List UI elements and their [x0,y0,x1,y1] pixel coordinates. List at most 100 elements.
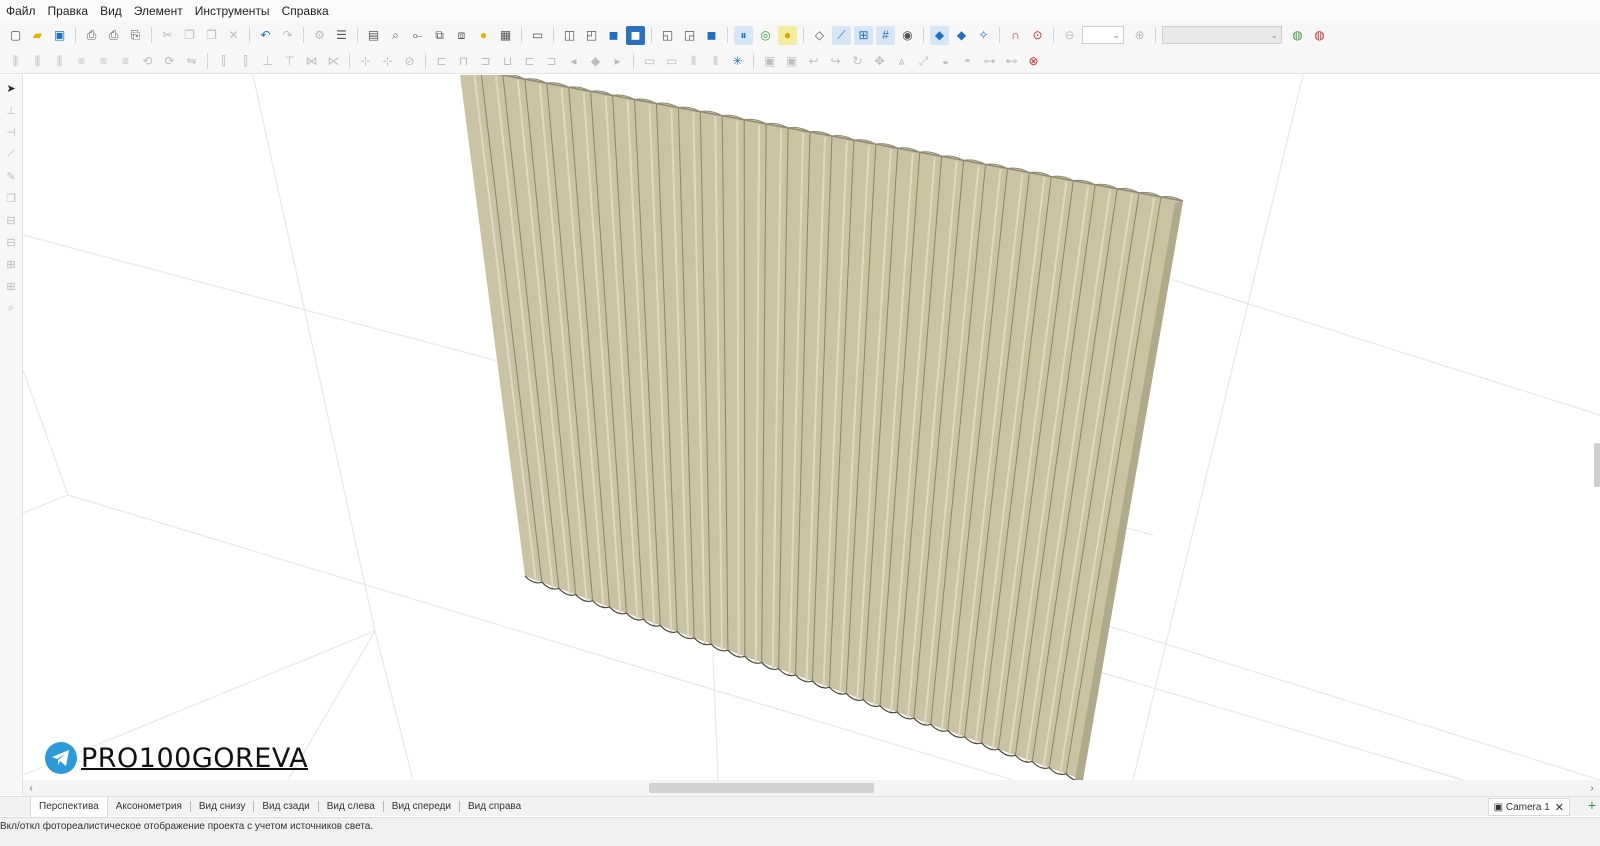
shaded-box-icon[interactable]: ◼ [604,26,623,45]
align-right-icon[interactable]: ⫼ [50,51,69,70]
align-left-icon[interactable]: ⫼ [6,51,25,70]
scroll-right-icon[interactable]: › [1584,783,1600,794]
tab-bottom-view[interactable]: Вид снизу [191,797,253,817]
vertical-scroll-thumb[interactable] [1594,443,1600,487]
page-icon[interactable]: ▤ [364,26,383,45]
perspective-icon[interactable]: ⩓ [892,51,911,70]
columns-icon[interactable]: ⫴ [684,51,703,70]
snap-grid-icon[interactable]: ⊞ [854,26,873,45]
rotate-cw-icon[interactable]: ⟳ [160,51,179,70]
undo-icon[interactable]: ↶ [256,26,275,45]
link-icon[interactable]: ⊶ [980,51,999,70]
stop-icon[interactable]: ⊗ [1024,51,1043,70]
center-h-icon[interactable]: ⊹ [356,51,375,70]
box-alt-icon[interactable]: ▣ [782,51,801,70]
find-icon[interactable]: ⌕ [386,26,405,45]
bend-alt-icon[interactable]: ◓ [958,51,977,70]
print-preview-icon[interactable]: ⎙ [82,26,101,45]
connect-icon[interactable]: ⟜ [408,26,427,45]
move-left-icon[interactable]: ⊏ [432,51,451,70]
calculator-icon[interactable]: ▭ [528,26,547,45]
back-icon[interactable]: ↩ [804,51,823,70]
align-bottom-icon[interactable]: ≡ [116,51,135,70]
record-icon[interactable]: ⊙ [1028,26,1047,45]
bend-icon[interactable]: ◒ [936,51,955,70]
zoom-out-icon[interactable]: ⊖ [1060,26,1079,45]
split-icon[interactable]: ⋉ [324,51,343,70]
grid-icon[interactable]: # [876,26,895,45]
frame-split-icon[interactable]: ▭ [662,51,681,70]
unlink-icon[interactable]: ⊷ [1002,51,1021,70]
zoom-combo[interactable]: ⌄ [1082,26,1124,44]
arrow-right-icon[interactable]: ▸ [608,51,627,70]
array-alt-icon[interactable]: ⊞ [2,277,20,295]
layer-combo[interactable]: ⌄ [1162,26,1282,44]
menu-edit[interactable]: Правка [42,0,95,22]
scroll-left-icon[interactable]: ‹ [23,783,39,794]
snap-point-icon[interactable]: ◆ [930,26,949,45]
stretch-alt-icon[interactable]: ⊟ [2,233,20,251]
menu-view[interactable]: Вид [94,0,128,22]
expand-icon[interactable]: ⤢ [914,51,933,70]
tab-right-view[interactable]: Вид справа [460,797,529,817]
arrow-both-icon[interactable]: ◆ [586,51,605,70]
move-icon[interactable]: ✥ [870,51,889,70]
scroll-thumb[interactable] [649,783,874,793]
delete-icon[interactable]: ✕ [224,26,243,45]
zoom-in-icon[interactable]: ⊕ [1130,26,1149,45]
layer-remove-icon[interactable]: ◍ [1310,26,1329,45]
view-box-icon[interactable]: ◰ [582,26,601,45]
print-icon[interactable]: ⎙ [104,26,123,45]
distribute-h-icon[interactable]: ⫿ [214,51,233,70]
mirror-icon[interactable]: ⇋ [182,51,201,70]
tab-front-view[interactable]: Вид спереди [384,797,459,817]
menu-file[interactable]: Файл [0,0,42,22]
copy-tool-icon[interactable]: ❐ [2,189,20,207]
rotate-icon[interactable]: ⟲ [138,51,157,70]
visibility-icon[interactable]: ◉ [898,26,917,45]
refresh-icon[interactable]: ↻ [848,51,867,70]
tab-back-view[interactable]: Вид сзади [254,797,317,817]
array-icon[interactable]: ⊞ [2,255,20,273]
group-icon[interactable]: ⧉ [430,26,449,45]
open-folder-icon[interactable]: ▰ [28,26,47,45]
print-setup-icon[interactable]: ⎘ [126,26,145,45]
zoom-tool-icon[interactable]: ⌕ [2,299,20,317]
close-icon[interactable]: ✕ [1555,801,1564,814]
menu-tools[interactable]: Инструменты [189,0,276,22]
align-middle-icon[interactable]: ≡ [94,51,113,70]
align-top-icon[interactable]: ≡ [72,51,91,70]
texture-icon[interactable]: ▦ [496,26,515,45]
box-icon[interactable]: ▣ [760,51,779,70]
camera-tab[interactable]: ▣ Camera 1 ✕ [1488,798,1570,816]
select-arrow-icon[interactable]: ➤ [2,79,20,97]
dimension-icon[interactable]: ⊥ [2,101,20,119]
magnet-icon[interactable]: ∩ [1006,26,1025,45]
join-icon[interactable]: ⋈ [302,51,321,70]
viewport-3d[interactable] [23,75,1600,780]
forward-icon[interactable]: ↪ [826,51,845,70]
distribute-v-icon[interactable]: ⫿ [236,51,255,70]
arrow-left-icon[interactable]: ◂ [564,51,583,70]
snap-center-icon[interactable]: ✧ [974,26,993,45]
stack-icon[interactable]: ⊥ [258,51,277,70]
stack-down-icon[interactable]: ⊤ [280,51,299,70]
redo-icon[interactable]: ↷ [278,26,297,45]
menu-element[interactable]: Элемент [128,0,189,22]
stretch-icon[interactable]: ⊟ [2,211,20,229]
frame-icon[interactable]: ▭ [640,51,659,70]
tab-axonometry[interactable]: Аксонометрия [108,797,190,817]
copy-icon[interactable]: ❐ [180,26,199,45]
hide-icon[interactable]: ⊘ [400,51,419,70]
pull-icon[interactable]: ⊐ [542,51,561,70]
measure-tool-icon[interactable]: ⟋ [2,145,20,163]
section-icon[interactable]: ⏸ [734,26,753,45]
edge-box-icon[interactable]: ◲ [680,26,699,45]
center-v-icon[interactable]: ⊹ [378,51,397,70]
push-icon[interactable]: ⊏ [520,51,539,70]
view-front-box-icon[interactable]: ◫ [560,26,579,45]
pipette-icon[interactable]: ✎ [2,167,20,185]
tab-perspective[interactable]: Перспектива [30,797,108,817]
render-light-icon[interactable]: ● [778,26,797,45]
properties-icon[interactable]: ☰ [332,26,351,45]
